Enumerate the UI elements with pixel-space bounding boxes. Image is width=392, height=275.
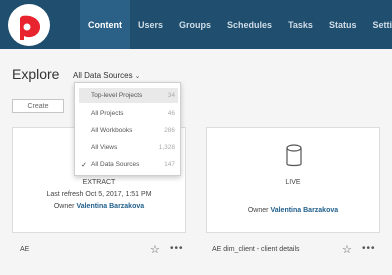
chevron-down-icon: ⌄	[134, 72, 141, 80]
dropdown-item-all-data-sources[interactable]: ✓ All Data Sources 147	[79, 157, 178, 172]
database-icon	[286, 144, 302, 167]
main-nav: Content Users Groups Schedules Tasks Sta…	[80, 0, 392, 49]
dropdown-item-count: 1,328	[158, 144, 175, 151]
nav-tab-tasks[interactable]: Tasks	[280, 0, 321, 49]
nav-tab-users[interactable]: Users	[130, 0, 171, 49]
dropdown-item-label: Top-level Projects	[91, 92, 143, 99]
nav-tab-content[interactable]: Content	[80, 0, 130, 49]
card-owner: Owner Valentina Barzakova	[207, 207, 379, 214]
dropdown-item-count: 286	[164, 127, 175, 134]
dropdown-item-count: 46	[167, 110, 175, 117]
owner-prefix: Owner	[53, 203, 75, 210]
checkmark-icon: ✓	[81, 161, 87, 169]
nav-tab-groups[interactable]: Groups	[171, 0, 219, 49]
content-type-picker[interactable]: All Data Sources ⌄	[73, 71, 140, 80]
more-icon[interactable]: •••	[362, 243, 376, 254]
dropdown-item-all-workbooks[interactable]: All Workbooks 286	[79, 123, 178, 138]
card-name-right[interactable]: AE dim_client - client details	[212, 246, 300, 253]
page-title: Explore	[12, 66, 60, 82]
dropdown-item-all-views[interactable]: All Views 1,328	[79, 140, 178, 155]
star-icon[interactable]: ☆	[150, 243, 160, 256]
dropdown-item-label: All Workbooks	[91, 127, 133, 134]
card-type-label: LIVE	[285, 179, 301, 186]
data-source-card-live[interactable]: LIVE Owner Valentina Barzakova	[206, 127, 380, 233]
dropdown-item-count: 147	[164, 161, 175, 168]
create-button[interactable]: Create	[12, 99, 64, 113]
nav-tab-settings[interactable]: Settin	[364, 0, 392, 49]
logo[interactable]	[8, 4, 50, 46]
card-refresh-label: Last refresh Oct 5, 2017, 1:51 PM	[46, 191, 152, 198]
dropdown-item-top-level-projects[interactable]: Top-level Projects 34	[79, 88, 178, 103]
owner-link[interactable]: Valentina Barzakova	[76, 203, 144, 210]
nav-tab-status[interactable]: Status	[321, 0, 365, 49]
nav-tab-schedules[interactable]: Schedules	[219, 0, 280, 49]
dropdown-item-label: All Data Sources	[91, 161, 140, 168]
dropdown-item-all-projects[interactable]: All Projects 46	[79, 106, 178, 121]
tableau-logo-icon	[20, 15, 41, 40]
dropdown-item-count: 34	[167, 92, 175, 99]
content-type-picker-label: All Data Sources	[73, 71, 133, 80]
dropdown-item-label: All Projects	[91, 110, 124, 117]
top-bar: Content Users Groups Schedules Tasks Sta…	[0, 0, 392, 49]
owner-link[interactable]: Valentina Barzakova	[270, 207, 338, 214]
content-type-dropdown: Top-level Projects 34 All Projects 46 Al…	[74, 82, 181, 176]
card-owner: Owner Valentina Barzakova	[13, 203, 185, 210]
card-type-label: EXTRACT	[82, 179, 116, 186]
dropdown-item-label: All Views	[91, 144, 118, 151]
owner-prefix: Owner	[247, 207, 269, 214]
card-name-left[interactable]: AE	[20, 246, 29, 253]
more-icon[interactable]: •••	[170, 243, 184, 254]
star-icon[interactable]: ☆	[342, 243, 352, 256]
